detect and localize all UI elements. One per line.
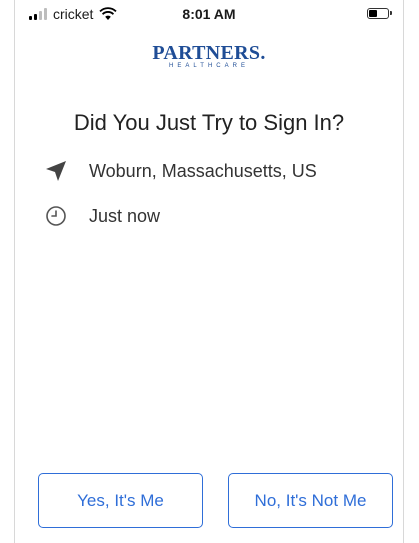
location-row: Woburn, Massachusetts, US xyxy=(43,158,383,184)
clock-icon xyxy=(43,203,69,229)
time-row: Just now xyxy=(43,203,383,229)
yes-its-me-button[interactable]: Yes, It's Me xyxy=(38,473,203,528)
page-title: Did You Just Try to Sign In? xyxy=(73,110,345,135)
status-bar: cricket 8:01 AM xyxy=(15,0,403,28)
phone-screen: cricket 8:01 AM PARTNERS. HEALTHCARE Did… xyxy=(14,0,404,543)
location-text: Woburn, Massachusetts, US xyxy=(89,160,317,181)
no-its-not-me-button[interactable]: No, It's Not Me xyxy=(228,473,393,528)
logo-subtitle: HEALTHCARE xyxy=(169,63,249,69)
logo-name: PARTNERS. xyxy=(152,42,266,64)
battery-icon xyxy=(367,8,392,19)
partners-logo: PARTNERS. HEALTHCARE xyxy=(15,42,403,69)
location-arrow-icon xyxy=(43,158,69,184)
status-time: 8:01 AM xyxy=(182,6,236,22)
time-text: Just now xyxy=(89,205,161,226)
